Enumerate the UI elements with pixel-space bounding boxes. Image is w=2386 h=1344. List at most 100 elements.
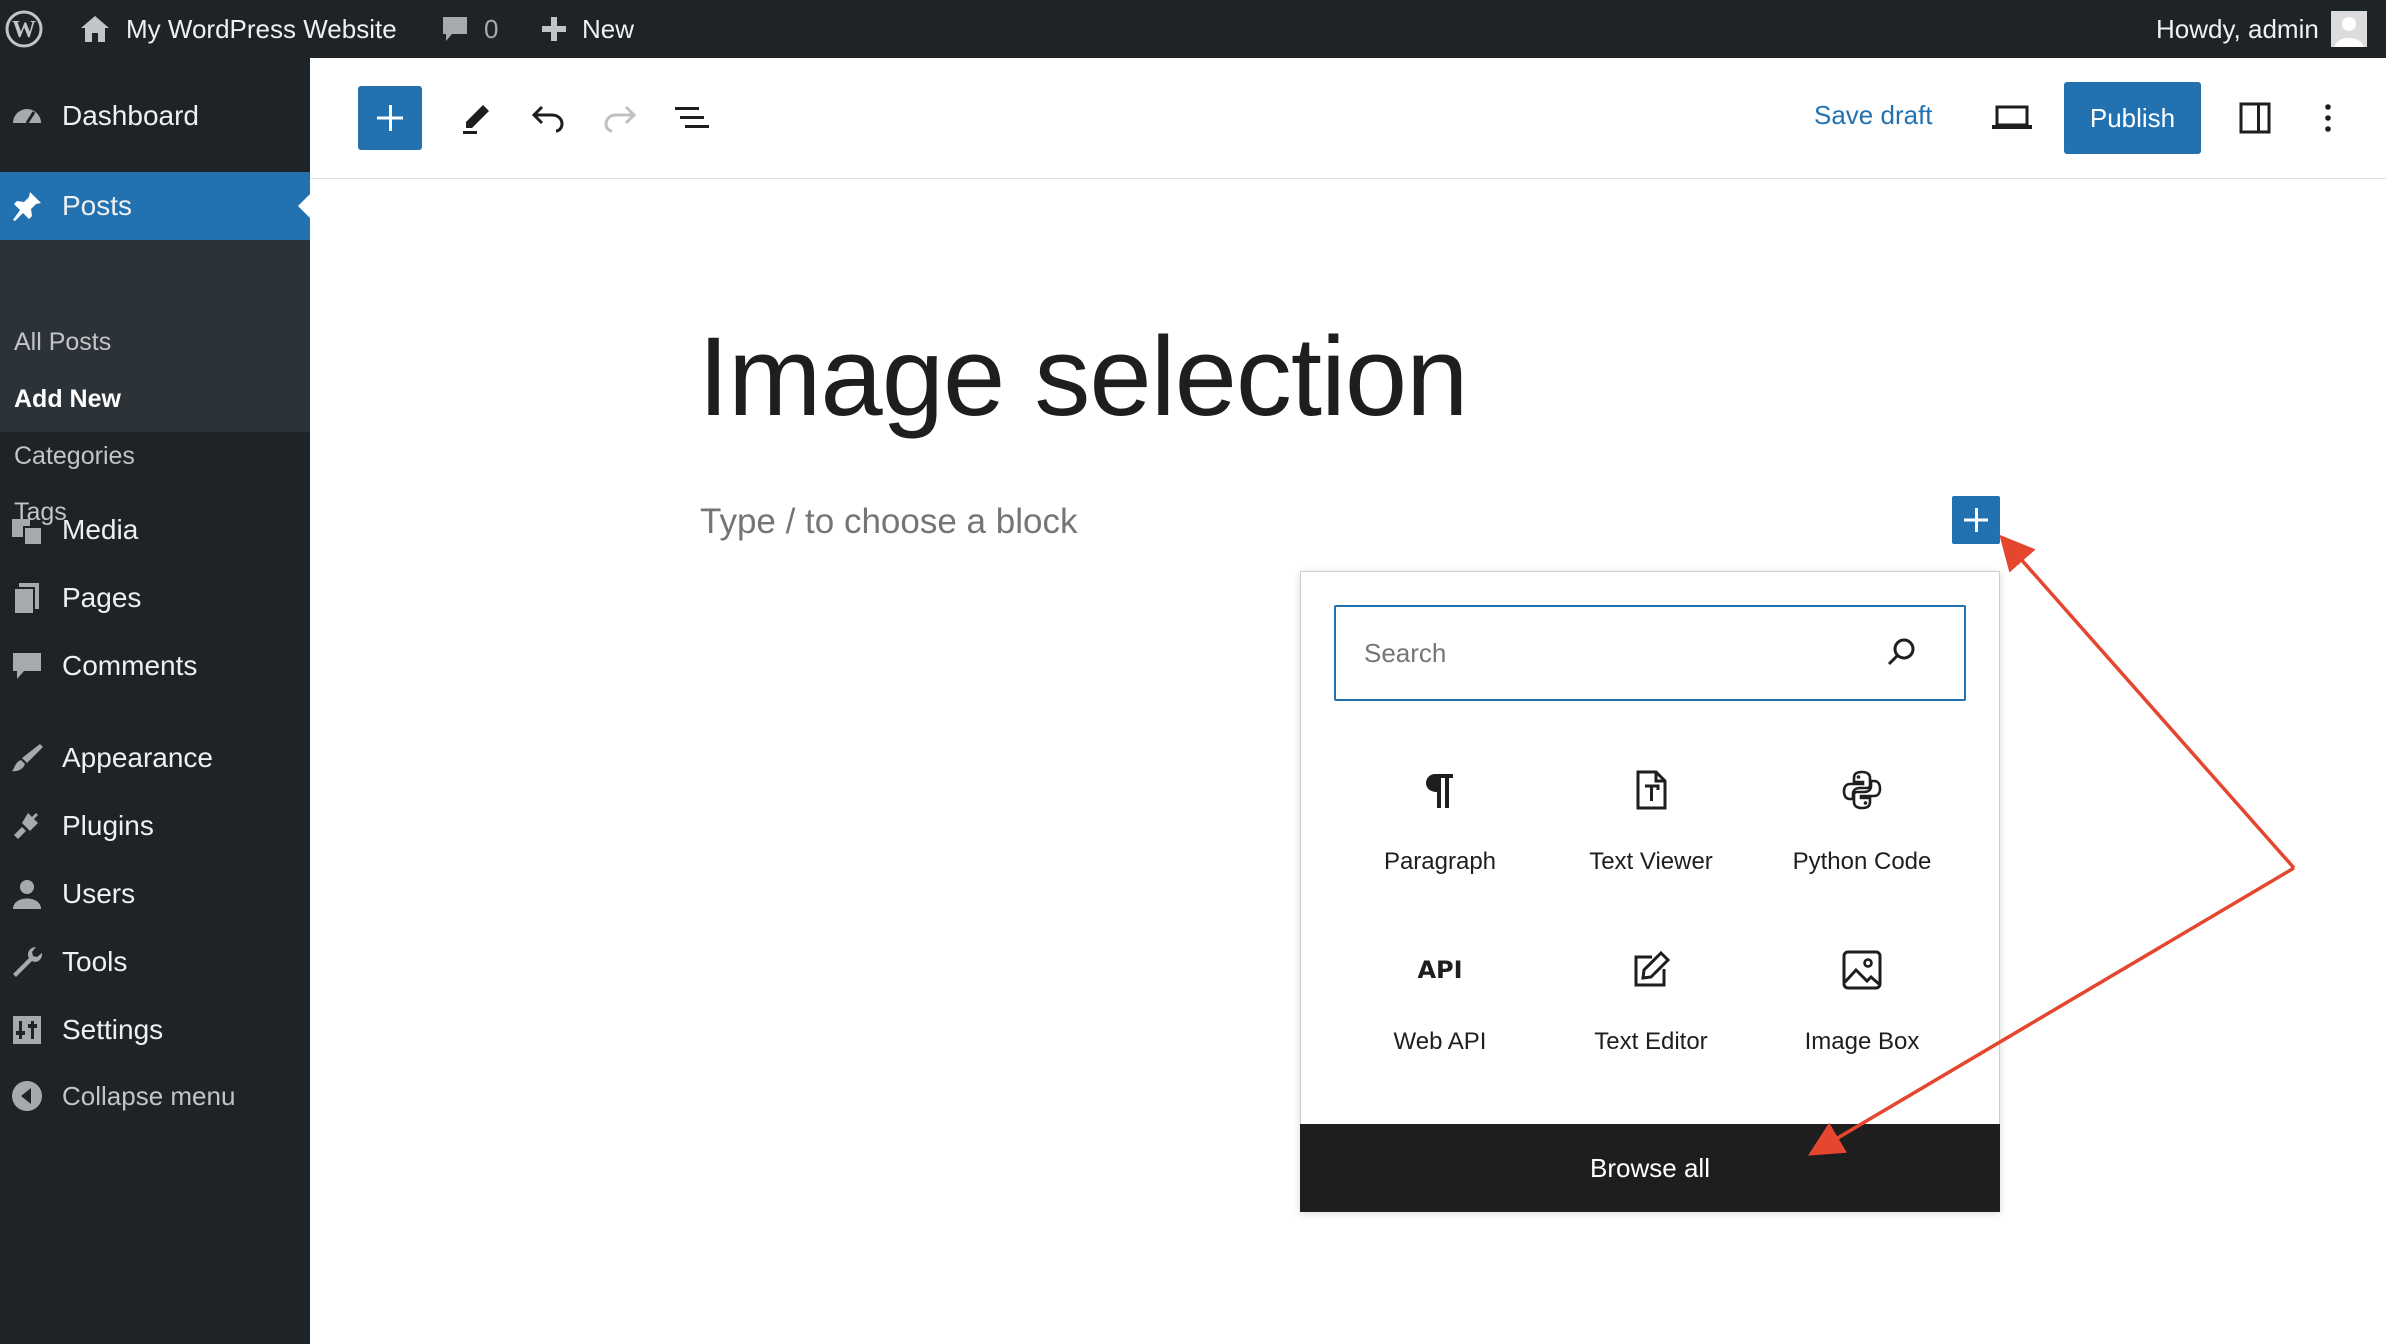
comments-count: 0 — [484, 13, 499, 44]
sidebar-toggle-icon — [2239, 102, 2271, 134]
sidebar-item-label: Pages — [62, 582, 142, 613]
block-item-python-code[interactable]: Python Code — [1757, 758, 1967, 908]
document-overview-button[interactable] — [668, 94, 716, 142]
redo-button[interactable] — [596, 94, 644, 142]
block-item-text-viewer[interactable]: Text Viewer — [1546, 758, 1756, 908]
plus-icon — [1964, 508, 1988, 532]
redo-icon — [604, 105, 637, 133]
python-icon — [1757, 758, 1967, 822]
editor-toolbar: Save draft Publish — [310, 58, 2386, 179]
comment-bubble-icon — [443, 17, 467, 41]
block-placeholder[interactable]: Type / to choose a block — [700, 502, 1077, 542]
sidebar-item-users[interactable]: Users — [0, 864, 310, 924]
sidebar-item-label: Posts — [62, 190, 133, 221]
new-label: New — [582, 13, 635, 44]
collapse-icon — [8, 1077, 46, 1115]
greeting: Howdy, admin — [2156, 13, 2319, 44]
save-draft-button[interactable]: Save draft — [1814, 100, 1933, 131]
block-item-label: Python Code — [1792, 848, 1932, 875]
search-box — [1334, 605, 1966, 701]
inline-block-inserter-button[interactable] — [1952, 496, 2000, 544]
plugin-icon — [8, 807, 46, 845]
sidebar-item-settings[interactable]: Settings — [0, 1000, 310, 1060]
settings-sidebar-toggle-button[interactable] — [2231, 94, 2279, 142]
admin-bar-new[interactable]: New — [540, 0, 634, 58]
plus-icon — [542, 17, 566, 41]
block-item-paragraph[interactable]: Paragraph — [1335, 758, 1545, 908]
more-vertical-icon — [2325, 104, 2331, 132]
api-icon: API — [1335, 938, 1545, 1002]
quick-inserter-popover: Paragraph Text Viewer Python Code API We… — [1300, 571, 2000, 1212]
users-icon — [8, 875, 46, 913]
sidebar-item-comments[interactable]: Comments — [0, 636, 310, 696]
image-icon — [1757, 938, 1967, 1002]
brush-icon — [8, 739, 46, 777]
block-item-label: Image Box — [1804, 1028, 1920, 1055]
sidebar-item-label: Media — [62, 514, 139, 545]
publish-button[interactable]: Publish — [2064, 82, 2201, 154]
pin-icon — [8, 187, 46, 225]
avatar — [2330, 11, 2367, 47]
sidebar-item-tools[interactable]: Tools — [0, 932, 310, 992]
sidebar-item-label: Settings — [62, 1014, 164, 1045]
media-icon — [8, 511, 46, 549]
sidebar-item-label: Comments — [62, 650, 198, 681]
admin-bar-comments[interactable]: 0 — [440, 0, 498, 58]
block-item-label: Web API — [1393, 1028, 1487, 1055]
sidebar-item-plugins[interactable]: Plugins — [0, 796, 310, 856]
sidebar-collapse-menu[interactable]: Collapse menu — [0, 1066, 310, 1126]
pages-icon — [8, 579, 46, 617]
block-item-text-editor[interactable]: Text Editor — [1546, 938, 1756, 1088]
submenu-item-add-new[interactable]: Add New — [14, 385, 121, 414]
admin-bar: W My WordPress Website 0 New Howdy, admi… — [0, 0, 2386, 58]
sidebar-item-label: Tools — [62, 946, 128, 977]
sidebar-item-label: Dashboard — [62, 100, 199, 131]
wordpress-logo-icon[interactable]: W — [4, 0, 44, 58]
sidebar-item-label: Users — [62, 878, 136, 909]
sidebar-item-label: Appearance — [62, 742, 214, 773]
undo-icon — [531, 105, 564, 133]
submenu-item-categories[interactable]: Categories — [14, 442, 135, 471]
sidebar-item-label: Collapse menu — [62, 1080, 236, 1111]
block-item-image-box[interactable]: Image Box — [1757, 938, 1967, 1088]
sidebar-item-dashboard[interactable]: Dashboard — [0, 86, 310, 146]
tools-pencil-button[interactable] — [452, 94, 500, 142]
paragraph-icon — [1335, 758, 1545, 822]
search-input[interactable] — [1364, 607, 1884, 699]
pencil-icon — [463, 105, 489, 134]
block-item-label: Text Viewer — [1589, 848, 1713, 875]
plus-icon — [377, 105, 403, 131]
admin-sidebar: Dashboard Posts All Posts Add New Catego… — [0, 58, 310, 1344]
post-title[interactable]: Image selection — [698, 312, 1468, 441]
home-icon — [81, 16, 109, 42]
dashboard-icon — [8, 97, 46, 135]
wrench-icon — [8, 943, 46, 981]
arrow-to-inserter-button — [1999, 534, 2296, 870]
svg-text:W: W — [12, 17, 36, 43]
site-name: My WordPress Website — [126, 13, 397, 44]
sidebar-item-media[interactable]: Media — [0, 500, 310, 560]
annotation-arrows — [1807, 534, 2296, 1156]
admin-bar-account[interactable]: Howdy, admin — [2156, 0, 2367, 58]
desktop-preview-icon — [1992, 105, 2032, 129]
admin-bar-site-link[interactable]: My WordPress Website — [78, 0, 397, 58]
preview-button[interactable] — [1988, 94, 2036, 142]
posts-submenu: All Posts Add New Categories Tags — [0, 240, 310, 526]
sidebar-item-posts[interactable]: Posts — [0, 172, 310, 240]
search-icon — [1887, 638, 1915, 666]
block-item-label: Paragraph — [1383, 848, 1497, 875]
sidebar-item-pages[interactable]: Pages — [0, 568, 310, 628]
undo-button[interactable] — [524, 94, 572, 142]
block-item-label: Text Editor — [1594, 1028, 1708, 1055]
block-inserter-toggle-button[interactable] — [358, 86, 422, 150]
comments-icon — [8, 647, 46, 685]
settings-icon — [8, 1011, 46, 1049]
list-view-icon — [675, 107, 709, 128]
text-file-icon — [1546, 758, 1756, 822]
browse-all-button[interactable]: Browse all — [1300, 1124, 2000, 1212]
submenu-item-all-posts[interactable]: All Posts — [14, 328, 111, 357]
options-menu-button[interactable] — [2308, 94, 2348, 142]
api-icon-text: API — [1417, 956, 1463, 984]
block-item-web-api[interactable]: API Web API — [1335, 938, 1545, 1088]
sidebar-item-appearance[interactable]: Appearance — [0, 728, 310, 788]
